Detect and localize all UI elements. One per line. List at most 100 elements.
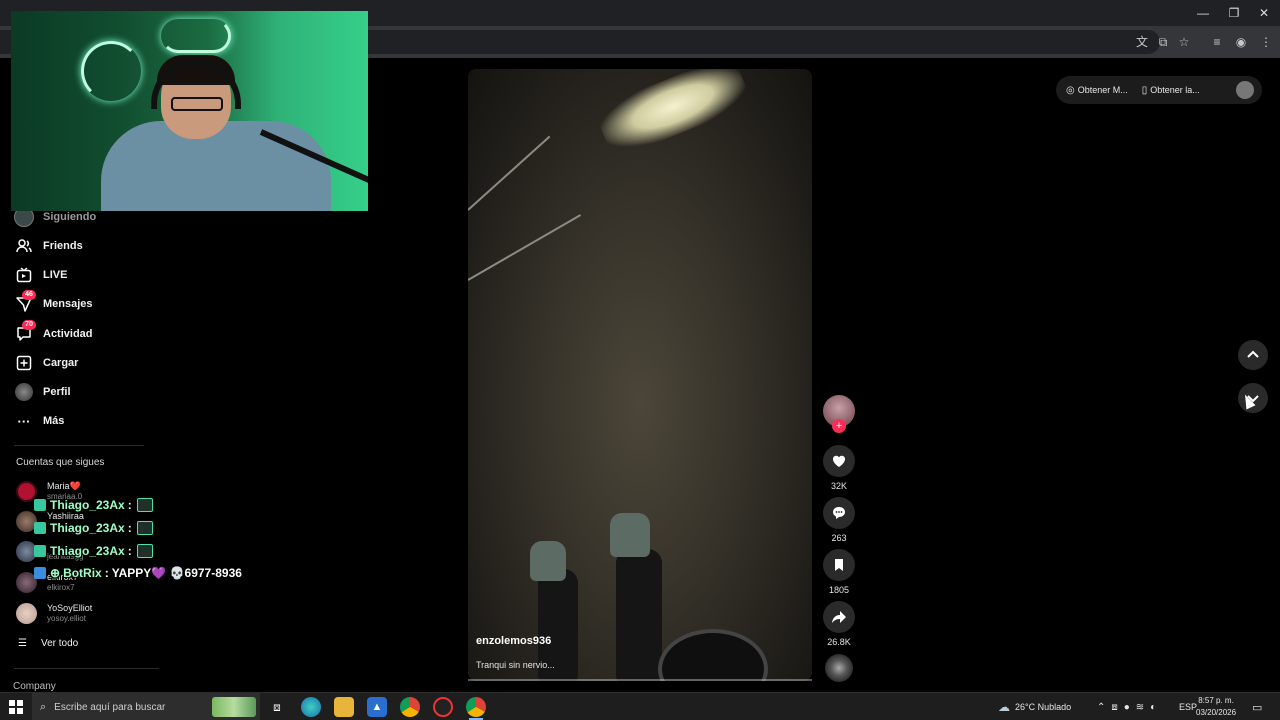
following-heading: Cuentas que sigues: [16, 457, 105, 468]
close-icon[interactable]: ✕: [1254, 4, 1274, 22]
share-button[interactable]: [823, 601, 855, 633]
bookmark-icon: [835, 559, 843, 571]
weather-text: 26°C Nublado: [1015, 702, 1072, 712]
windows-start-icon[interactable]: [9, 700, 23, 714]
avatar[interactable]: [1236, 81, 1254, 99]
streamer-body: [101, 121, 331, 211]
save-button[interactable]: [823, 549, 855, 581]
sidebar-item-label: Siguiendo: [43, 211, 97, 223]
media-queue-icon[interactable]: ≡: [1209, 34, 1225, 50]
live-icon: [14, 265, 34, 285]
obs-icon[interactable]: [433, 697, 453, 717]
glasses: [171, 97, 223, 111]
activity-badge: 70: [22, 320, 36, 330]
profile-avatar-icon: [14, 382, 34, 402]
account-handle: yosoy.elliot: [47, 614, 86, 623]
sidebar-item-messages[interactable]: 46 Mensajes: [14, 290, 93, 315]
clock-date: 03/20/2026: [1196, 708, 1237, 717]
chrome-icon[interactable]: [400, 697, 420, 717]
chat-badge-icon: [34, 499, 46, 511]
chrome-icon[interactable]: [466, 697, 486, 717]
comment-icon: [833, 507, 845, 519]
video-progress-bar[interactable]: [468, 679, 812, 681]
get-app-link[interactable]: ▯ Obtener la...: [1142, 85, 1200, 96]
sidebar-item-label: LIVE: [43, 269, 68, 281]
save-count: 1805: [828, 585, 850, 595]
language-indicator[interactable]: ESP: [1179, 693, 1197, 720]
share-arrow-icon: [832, 611, 846, 623]
get-coins-link[interactable]: ◎ Obtener M...: [1066, 85, 1128, 96]
chat-username: Thiago_23Ax: [50, 498, 125, 512]
company-link[interactable]: Company: [13, 681, 56, 692]
chat-message: ⊕ BotRix : YAPPY💜 💀6977-8936: [34, 566, 242, 580]
chat-badge-icon: [34, 545, 46, 557]
comment-button[interactable]: [823, 497, 855, 529]
messages-icon: 46: [14, 290, 36, 314]
chat-message: Thiago_23Ax :: [34, 521, 153, 535]
more-icon: ···: [17, 413, 31, 429]
chat-username: BotRix: [63, 566, 102, 580]
clock[interactable]: 8:57 p. m. 03/20/2026: [1196, 695, 1236, 719]
account-handle: elkirox7: [47, 583, 75, 592]
sidebar-item-more[interactable]: ··· Más: [14, 410, 65, 432]
shoe: [530, 541, 566, 581]
chat-separator: :: [127, 521, 132, 535]
sidebar-item-activity[interactable]: 70 Actividad: [14, 320, 93, 345]
system-tray-icons[interactable]: ⌃⧈●≋◐: [1097, 693, 1162, 720]
chat-separator: :: [127, 498, 132, 512]
neon-light: [161, 19, 231, 53]
sidebar-item-friends[interactable]: Friends: [14, 235, 83, 257]
chevron-up-icon: [1247, 350, 1259, 358]
avatar: [16, 603, 37, 624]
chat-emote-icon: [136, 521, 153, 535]
neon-light: [81, 41, 141, 101]
restore-icon[interactable]: ❐: [1224, 4, 1244, 22]
search-icon: ⌕: [40, 700, 47, 713]
search-placeholder: Escribe aquí para buscar: [54, 701, 166, 713]
activity-icon: 70: [14, 320, 36, 344]
task-view-icon[interactable]: ⧈: [267, 697, 287, 717]
video-player[interactable]: [468, 69, 812, 681]
pill-item-label: Obtener la...: [1150, 85, 1200, 95]
chat-message: Thiago_23Ax :: [34, 544, 153, 558]
sidebar-item-label: Actividad: [43, 328, 93, 340]
bag: [658, 629, 768, 681]
get-app-pill: ◎ Obtener M... ▯ Obtener la...: [1056, 76, 1262, 104]
list-icon: ☰: [18, 638, 27, 649]
video-author[interactable]: enzolemos936: [476, 635, 551, 647]
sidebar-item-label: Friends: [43, 240, 83, 252]
app-icon[interactable]: ▲: [367, 697, 387, 717]
install-app-icon[interactable]: ⧉: [1155, 34, 1171, 50]
sidebar-item-label: Perfil: [43, 386, 71, 398]
music-disc[interactable]: [825, 654, 853, 682]
bookmark-star-icon[interactable]: ☆: [1176, 34, 1192, 50]
like-button[interactable]: [823, 445, 855, 477]
previous-video-button[interactable]: [1238, 340, 1268, 370]
file-explorer-icon[interactable]: [334, 697, 354, 717]
shoe: [610, 513, 650, 557]
minimize-icon[interactable]: —: [1193, 4, 1213, 22]
see-all-button[interactable]: ☰ Ver todo: [18, 638, 78, 649]
edge-icon[interactable]: [301, 697, 321, 717]
translate-icon[interactable]: 文: [1134, 34, 1150, 50]
sidebar-item-upload[interactable]: Cargar: [14, 352, 78, 374]
flashlight-glare: [593, 69, 753, 161]
profile-icon[interactable]: ◉: [1233, 34, 1249, 50]
video-description[interactable]: Tranqui sin nervio...: [476, 660, 555, 670]
leg: [616, 549, 662, 681]
notification-icon[interactable]: ▭: [1252, 693, 1262, 720]
sidebar-item-profile[interactable]: Perfil: [14, 381, 71, 403]
messages-badge: 46: [22, 290, 36, 300]
chat-emote-icon: [136, 544, 153, 558]
weather-widget[interactable]: ☁ 26°C Nublado: [998, 693, 1071, 720]
chat-separator: :: [127, 544, 132, 558]
follow-plus-icon[interactable]: +: [832, 419, 846, 433]
see-all-label: Ver todo: [40, 638, 79, 649]
chat-username: Thiago_23Ax: [50, 544, 125, 558]
sidebar-item-live[interactable]: LIVE: [14, 264, 67, 286]
bot-icon: ⊕: [50, 566, 61, 580]
pill-item-label: Obtener M...: [1077, 85, 1128, 95]
menu-kebab-icon[interactable]: ⋮: [1258, 34, 1274, 50]
branch: [468, 214, 582, 281]
sidebar-divider: [14, 445, 144, 446]
